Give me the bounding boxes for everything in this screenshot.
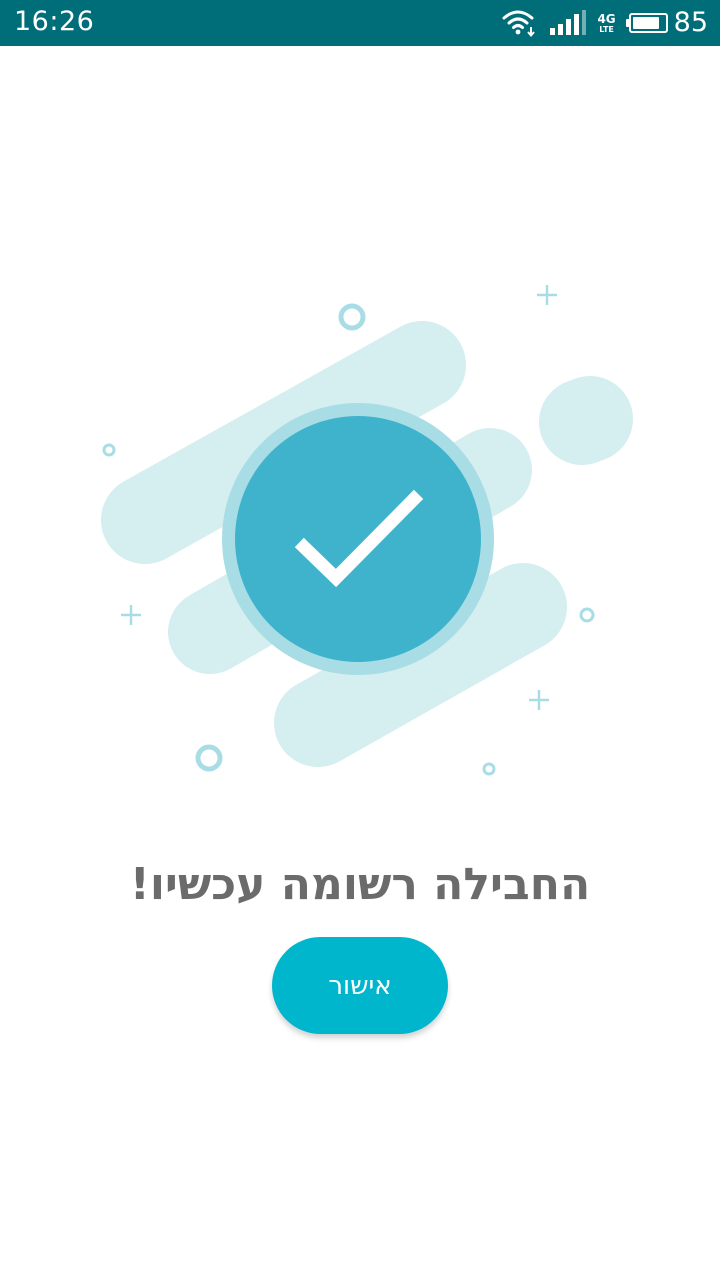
plus-decoration (121, 605, 141, 625)
battery-icon (625, 13, 668, 33)
plus-decoration (537, 285, 557, 305)
cellular-signal-icon (550, 10, 587, 35)
ring-decoration (482, 762, 496, 776)
success-illustration (101, 285, 633, 776)
ring-decoration (195, 744, 223, 772)
ring-decoration (338, 303, 366, 331)
success-message: החבילה רשומה עכשיו! (129, 859, 591, 910)
check-circle (235, 416, 481, 662)
battery-fill (632, 17, 659, 29)
status-icons: 4G LTE 85 (501, 6, 708, 40)
network-type: 4G LTE (597, 13, 615, 34)
status-time: 16:26 (14, 6, 95, 37)
ring-decoration (579, 607, 595, 623)
background-pill (539, 376, 633, 465)
confirm-button[interactable]: אישור (272, 937, 448, 1034)
network-generation: 4G (597, 11, 616, 26)
battery-level: 85 (673, 7, 708, 38)
ring-decoration (102, 443, 116, 457)
status-bar: 16:26 4G LTE 85 (0, 0, 720, 46)
wifi-icon (502, 10, 536, 38)
plus-decoration (529, 690, 549, 710)
network-technology: LTE (599, 24, 614, 34)
